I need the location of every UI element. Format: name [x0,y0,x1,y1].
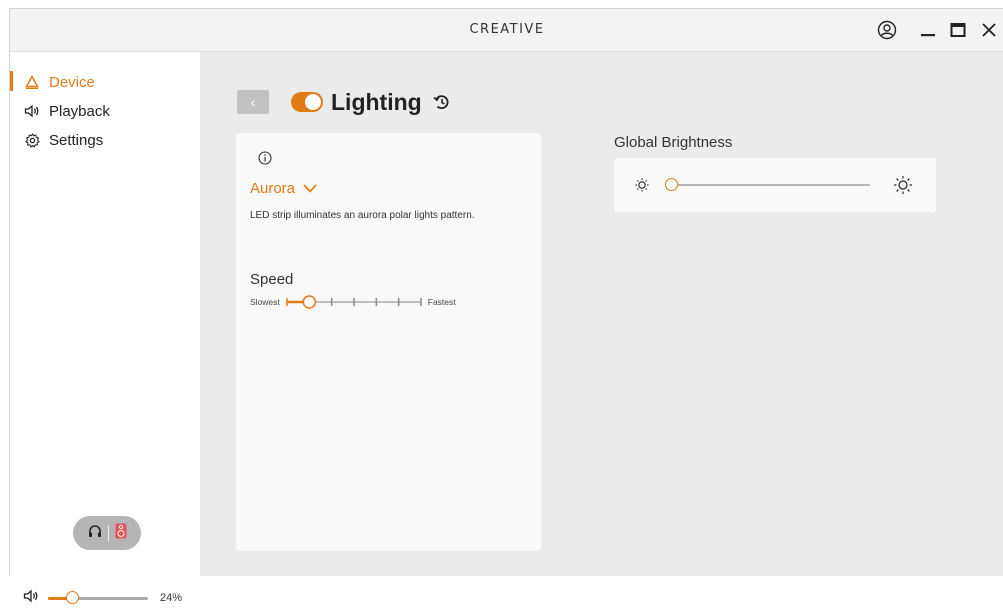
sidebar: Device Playback Settings 24% [10,52,200,604]
brightness-high-icon [893,175,913,200]
effect-description: LED strip illuminates an aurora polar li… [250,210,475,221]
brightness-panel [614,158,936,212]
brightness-title: Global Brightness [614,134,733,151]
sidebar-item-label: Playback [49,102,110,120]
speed-label: Speed [250,271,294,288]
close-icon[interactable] [978,19,1000,41]
brightness-slider[interactable] [665,178,870,191]
info-icon[interactable] [258,151,272,170]
sidebar-item-playback[interactable]: Playback [23,100,110,122]
sidebar-item-device[interactable]: Device [10,71,95,93]
active-indicator [10,71,13,91]
sidebar-item-label: Settings [49,131,104,149]
app-window: CREATIVE Device Playback Settings 24% ‹ … [9,8,1003,604]
page-title: Lighting [331,88,422,115]
account-icon[interactable] [876,19,898,41]
speed-max-label: Fastest [427,297,456,307]
divider [107,525,109,541]
lighting-toggle[interactable] [291,92,323,112]
chevron-left-icon: ‹ [250,94,256,110]
minimize-icon[interactable] [917,19,939,41]
brightness-slider-knob[interactable] [665,178,678,191]
speaker-icon [23,104,41,118]
speed-control: Slowest Fastest [250,294,456,310]
speed-min-label: Slowest [250,297,280,307]
back-button[interactable]: ‹ [237,90,269,114]
chevron-down-icon [303,180,317,197]
toggle-knob [305,94,321,110]
brand-logo: CREATIVE [469,22,545,37]
speaker-box-icon[interactable] [115,523,127,544]
brightness-low-icon [634,177,650,198]
volume-slider-knob[interactable] [66,590,79,604]
warning-triangle-icon [23,75,41,89]
reset-icon[interactable] [432,92,452,112]
volume-slider[interactable] [48,590,148,604]
title-bar: CREATIVE [10,9,1003,52]
effect-dropdown-value: Aurora [250,180,296,197]
gear-icon [23,132,41,148]
page-header: ‹ Lighting [237,87,452,117]
speaker-icon[interactable] [23,589,39,608]
sidebar-item-label: Device [49,73,95,91]
effect-dropdown[interactable]: Aurora [250,180,317,197]
speed-slider[interactable] [284,294,424,310]
effect-panel: Aurora LED strip illuminates an aurora p… [236,133,541,551]
headphones-icon[interactable] [88,524,102,543]
volume-percent: 24% [160,592,183,604]
output-toggle[interactable] [73,516,141,550]
volume-control: 24% [23,589,198,607]
maximize-icon[interactable] [947,19,969,41]
sidebar-item-settings[interactable]: Settings [23,129,103,151]
speed-slider-knob[interactable] [302,295,316,309]
